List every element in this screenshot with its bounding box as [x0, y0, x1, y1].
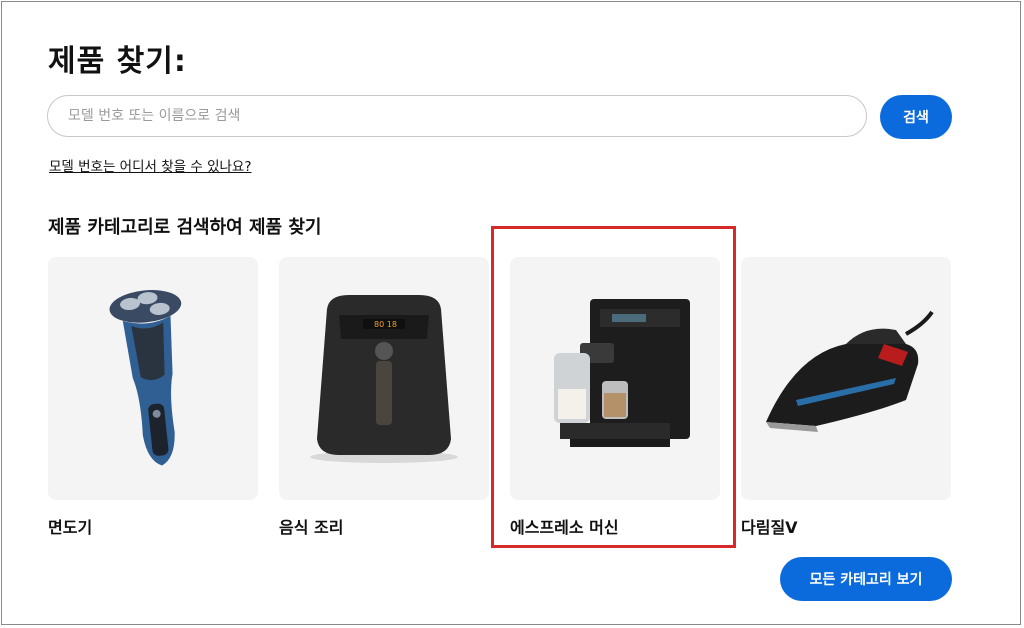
category-label: 다림질V	[741, 518, 798, 537]
categories-heading: 제품 카테고리로 검색하여 제품 찾기	[48, 217, 322, 238]
search-button[interactable]: 검색	[880, 95, 952, 139]
category-card-shaver[interactable]: 면도기	[48, 257, 258, 538]
category-card-food-cooking[interactable]: 80 18 음식 조리	[279, 257, 489, 538]
category-label: 에스프레소 머신	[510, 518, 619, 537]
airfryer-image: 80 18	[279, 257, 489, 500]
view-all-categories-button[interactable]: 모든 카테고리 보기	[780, 557, 952, 601]
search-input[interactable]	[47, 95, 867, 137]
page-title: 제품 찾기:	[48, 44, 187, 79]
category-card-steam-iron[interactable]: 다림질V	[741, 257, 951, 538]
svg-text:80 18: 80 18	[374, 320, 397, 329]
category-card-espresso-machine[interactable]: 에스프레소 머신	[510, 257, 720, 538]
espresso-machine-image	[510, 257, 720, 500]
category-label: 음식 조리	[279, 518, 344, 537]
shaver-image	[48, 257, 258, 500]
steam-iron-image	[741, 257, 951, 500]
category-label: 면도기	[48, 518, 93, 537]
model-number-help-link[interactable]: 모델 번호는 어디서 찾을 수 있나요?	[49, 155, 252, 175]
